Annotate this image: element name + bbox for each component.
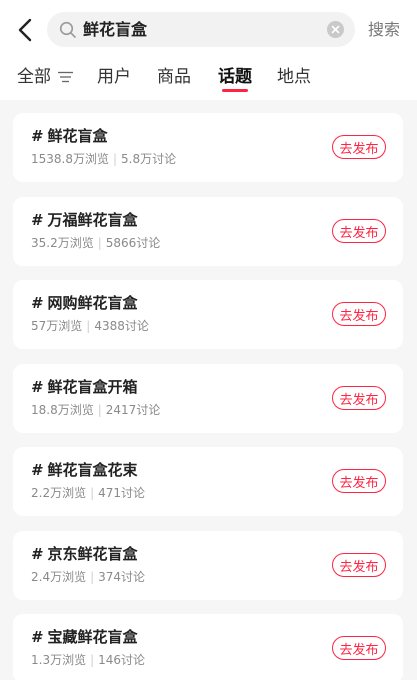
topic-name: 万福鲜花盲盒 — [47, 211, 138, 229]
topic-stats: 2.4万浏览 | 374讨论 — [31, 569, 145, 586]
publish-button[interactable]: 去发布 — [332, 553, 386, 577]
view-count: 35.2万浏览 — [31, 236, 94, 250]
topic-stats: 2.2万浏览 | 471讨论 — [31, 485, 145, 502]
view-count: 57万浏览 — [31, 319, 83, 333]
hash-icon: # — [31, 628, 42, 646]
hash-icon: # — [31, 461, 42, 479]
topic-title: # 鲜花盲盒 — [31, 126, 107, 146]
chevron-left-icon — [18, 18, 32, 42]
topic-card[interactable]: # 网购鲜花盲盒 57万浏览 | 4388讨论 去发布 — [13, 280, 403, 349]
discussion-count: 374讨论 — [98, 570, 146, 584]
hash-icon: # — [31, 211, 42, 229]
hash-icon: # — [31, 294, 42, 312]
topic-name: 网购鲜花盲盒 — [47, 294, 138, 312]
topic-card[interactable]: # 鲜花盲盒 1538.8万浏览 | 5.8万讨论 去发布 — [13, 113, 403, 182]
topic-name: 宝藏鲜花盲盒 — [47, 628, 138, 646]
divider: | — [90, 570, 95, 584]
topic-title: # 鲜花盲盒开箱 — [31, 377, 137, 397]
topic-title: # 鲜花盲盒花束 — [31, 460, 137, 480]
divider: | — [90, 653, 95, 667]
active-tab-indicator — [222, 89, 248, 92]
topic-search-page: 鲜花盲盒 搜索 全部 用户 商品 话题 地点 # 鲜花盲盒 1538.8万浏览 … — [0, 0, 417, 680]
view-count: 18.8万浏览 — [31, 403, 94, 417]
topic-stats: 18.8万浏览 | 2417讨论 — [31, 402, 160, 419]
view-count: 1538.8万浏览 — [31, 152, 109, 166]
discussion-count: 471讨论 — [98, 486, 146, 500]
publish-button[interactable]: 去发布 — [332, 469, 386, 493]
discussion-count: 5866讨论 — [105, 236, 161, 250]
topic-title: # 宝藏鲜花盲盒 — [31, 627, 137, 647]
search-query[interactable]: 鲜花盲盒 — [83, 12, 147, 47]
divider: | — [90, 486, 95, 500]
topic-card[interactable]: # 鲜花盲盒开箱 18.8万浏览 | 2417讨论 去发布 — [13, 364, 403, 433]
back-button[interactable] — [12, 15, 38, 45]
topic-card[interactable]: # 万福鲜花盲盒 35.2万浏览 | 5866讨论 去发布 — [13, 197, 403, 266]
tab-all[interactable]: 全部 — [17, 65, 73, 89]
topic-stats: 35.2万浏览 | 5866讨论 — [31, 235, 160, 252]
topic-card[interactable]: # 鲜花盲盒花束 2.2万浏览 | 471讨论 去发布 — [13, 447, 403, 516]
topic-title: # 网购鲜花盲盒 — [31, 293, 137, 313]
publish-button[interactable]: 去发布 — [332, 135, 386, 159]
publish-button[interactable]: 去发布 — [332, 386, 386, 410]
divider: | — [113, 152, 118, 166]
tab-goods[interactable]: 商品 — [157, 65, 191, 89]
topic-stats: 1.3万浏览 | 146讨论 — [31, 652, 145, 669]
divider: | — [86, 319, 91, 333]
discussion-count: 4388讨论 — [94, 319, 149, 333]
divider: | — [97, 236, 102, 250]
view-count: 2.4万浏览 — [31, 570, 87, 584]
topic-name: 鲜花盲盒 — [47, 127, 108, 145]
topic-name: 鲜花盲盒开箱 — [47, 378, 138, 396]
topic-title: # 万福鲜花盲盒 — [31, 210, 137, 230]
publish-button[interactable]: 去发布 — [332, 219, 386, 243]
discussion-count: 2417讨论 — [105, 403, 161, 417]
view-count: 1.3万浏览 — [31, 653, 87, 667]
topic-stats: 57万浏览 | 4388讨论 — [31, 318, 149, 335]
topic-name: 鲜花盲盒花束 — [47, 461, 138, 479]
topic-title: # 京东鲜花盲盒 — [31, 544, 137, 564]
publish-button[interactable]: 去发布 — [332, 636, 386, 660]
topic-stats: 1538.8万浏览 | 5.8万讨论 — [31, 151, 176, 168]
tab-users[interactable]: 用户 — [97, 65, 131, 89]
topic-name: 京东鲜花盲盒 — [47, 545, 138, 563]
search-icon — [59, 21, 76, 38]
topic-card[interactable]: # 宝藏鲜花盲盒 1.3万浏览 | 146讨论 去发布 — [13, 614, 403, 680]
tab-places[interactable]: 地点 — [277, 65, 311, 89]
publish-button[interactable]: 去发布 — [332, 302, 386, 326]
hash-icon: # — [31, 545, 42, 563]
discussion-count: 146讨论 — [98, 653, 146, 667]
search-input[interactable]: 鲜花盲盒 — [47, 12, 355, 47]
tab-topics[interactable]: 话题 — [218, 65, 252, 89]
tab-all-label: 全部 — [17, 67, 51, 87]
topic-card[interactable]: # 京东鲜花盲盒 2.4万浏览 | 374讨论 去发布 — [13, 531, 403, 600]
hash-icon: # — [31, 378, 42, 396]
view-count: 2.2万浏览 — [31, 486, 87, 500]
category-tabs: 全部 用户 商品 话题 地点 — [0, 60, 417, 100]
hash-icon: # — [31, 127, 42, 145]
search-button[interactable]: 搜索 — [368, 16, 400, 44]
clear-icon — [331, 25, 340, 34]
filter-icon[interactable] — [58, 71, 73, 83]
search-header: 鲜花盲盒 搜索 — [0, 0, 417, 60]
discussion-count: 5.8万讨论 — [121, 152, 177, 166]
clear-button[interactable] — [327, 21, 344, 38]
divider: | — [97, 403, 102, 417]
